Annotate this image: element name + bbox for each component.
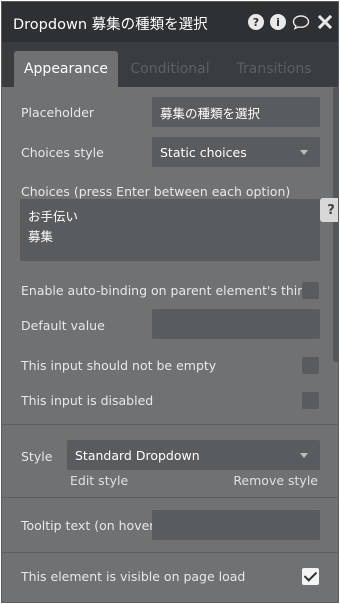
close-icon[interactable] [316,13,334,31]
auto-binding-checkbox[interactable] [302,282,319,299]
section-divider [2,552,338,553]
element-title: Dropdown 募集の種類を選択 [13,17,208,33]
chevron-down-icon [300,150,308,155]
tab-bar: Appearance Conditional Transitions [2,42,338,87]
info-icon[interactable]: i [270,14,286,30]
disabled-checkbox[interactable] [302,392,319,409]
style-label: Style [21,449,53,464]
auto-binding-label: Enable auto-binding on parent element's … [21,283,314,298]
choice-line: お手伝い [28,209,79,224]
tooltip-input[interactable] [152,510,320,540]
section-divider [2,497,338,498]
scrollbar[interactable] [333,87,338,362]
tooltip-label: Tooltip text (on hover) [21,518,160,533]
tab-conditional[interactable]: Conditional [122,51,218,87]
title-icons: ? i [248,13,334,31]
choices-style-label: Choices style [21,145,104,160]
style-dropdown[interactable]: Standard Dropdown [67,440,320,470]
choices-style-value: Static choices [160,144,247,160]
placeholder-value: 募集の種類を選択 [160,105,261,121]
placeholder-label: Placeholder [21,105,95,120]
default-value-input[interactable] [152,309,320,339]
section-divider [2,424,338,425]
edit-style-link[interactable]: Edit style [70,473,128,488]
not-empty-label: This input should not be empty [21,358,217,373]
comment-icon[interactable] [292,13,310,31]
remove-style-link[interactable]: Remove style [233,473,318,488]
help-side-tab[interactable]: ? [320,198,338,222]
title-bar: Dropdown 募集の種類を選択 ? i [2,2,338,42]
visible-on-load-label: This element is visible on page load [21,569,246,584]
choices-label: Choices (press Enter between each option… [21,184,291,199]
disabled-label: This input is disabled [21,393,154,408]
visible-on-load-checkbox[interactable] [302,568,319,585]
property-editor-panel: Dropdown 募集の種類を選択 ? i Appearance Conditi… [1,1,339,603]
help-icon[interactable]: ? [248,14,264,30]
chevron-down-icon [300,453,308,458]
choices-textarea[interactable]: お手伝い 募集 [20,199,320,261]
placeholder-input[interactable]: 募集の種類を選択 [152,97,320,127]
default-value-label: Default value [21,318,105,333]
choices-style-dropdown[interactable]: Static choices [152,137,320,167]
tab-transitions[interactable]: Transitions [228,51,320,87]
style-value: Standard Dropdown [75,447,200,463]
choice-line: 募集 [28,229,54,244]
not-empty-checkbox[interactable] [302,357,319,374]
tab-appearance[interactable]: Appearance [14,51,118,87]
